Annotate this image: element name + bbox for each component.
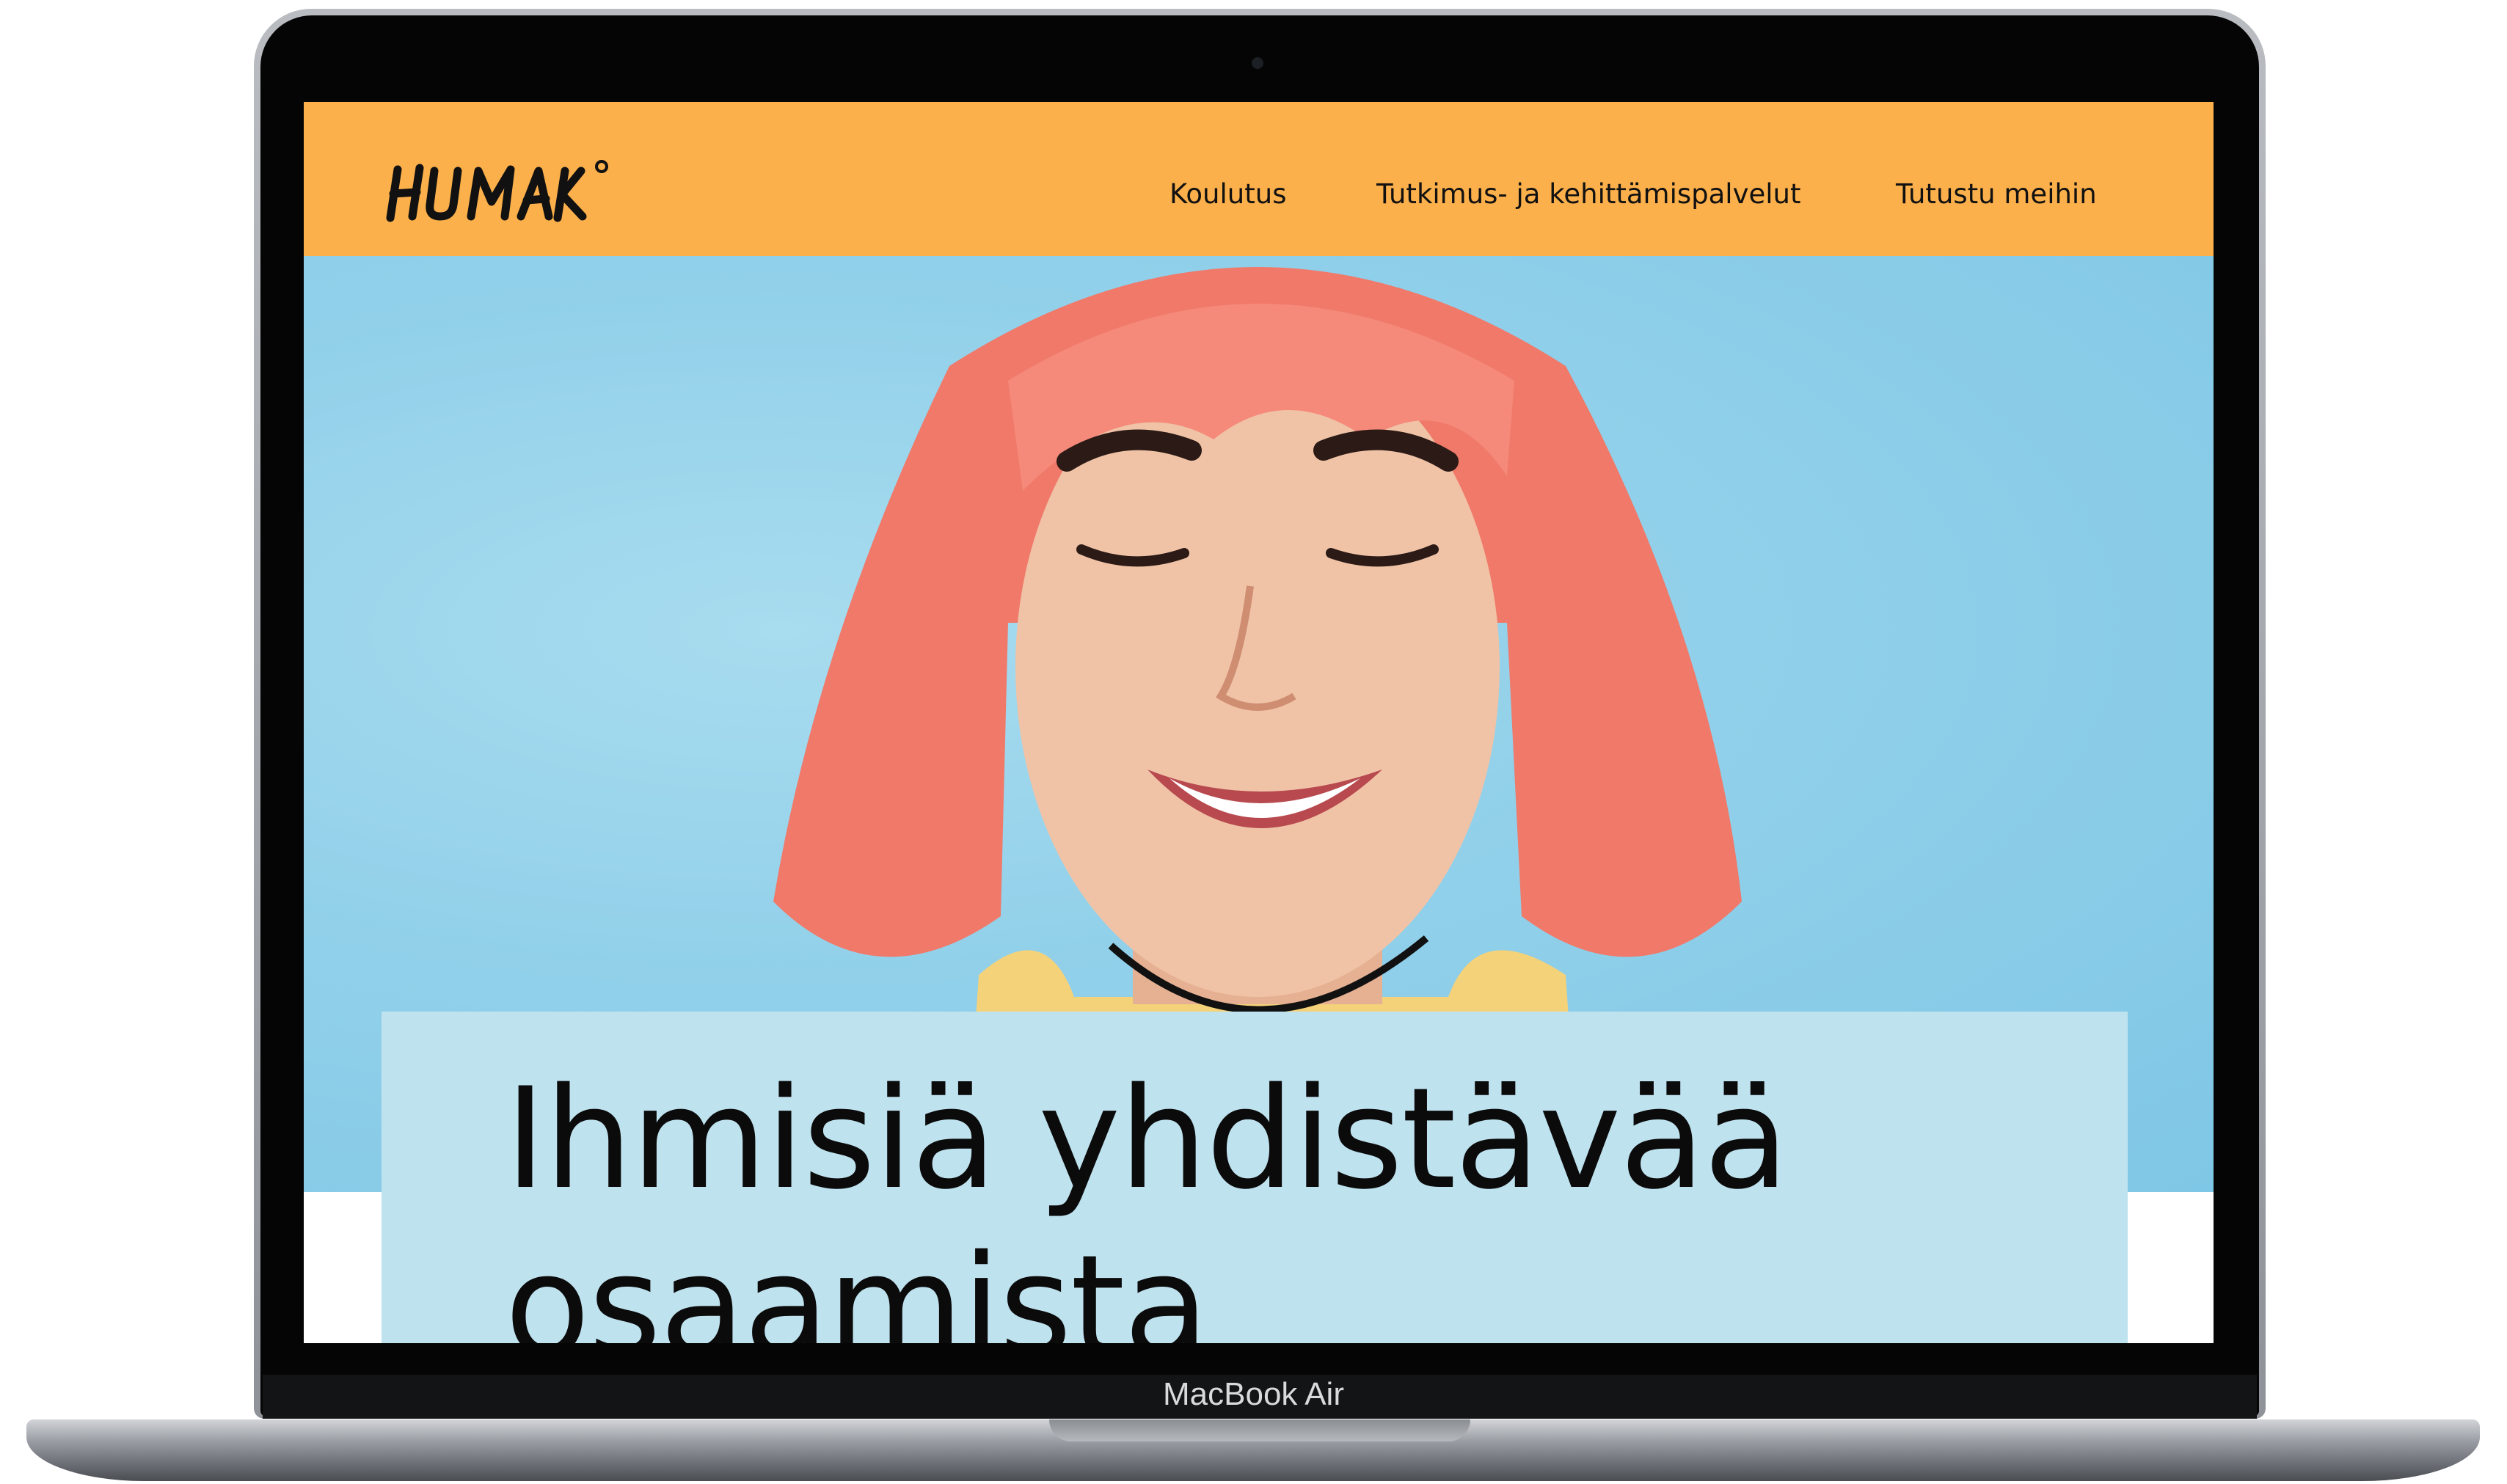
- laptop-hinge-notch: [1049, 1419, 1470, 1441]
- site-header: Koulutus Tutkimus- ja kehittämispalvelut…: [304, 102, 2214, 256]
- webcam-icon: [1252, 57, 1263, 69]
- hero-headline-card: Ihmisiä yhdistävää osaamista: [382, 1012, 2128, 1343]
- nav-tutustu-meihin[interactable]: Tutustu meihin: [1896, 178, 2097, 210]
- hero-headline: Ihmisiä yhdistävää osaamista: [505, 1058, 1789, 1343]
- browser-viewport: Koulutus Tutkimus- ja kehittämispalvelut…: [304, 102, 2214, 1343]
- device-model-label: MacBook Air: [1163, 1376, 1344, 1412]
- nav-tutkimus-ja-kehittamispalvelut[interactable]: Tutkimus- ja kehittämispalvelut: [1376, 178, 1800, 210]
- main-nav: Koulutus Tutkimus- ja kehittämispalvelut…: [304, 102, 2214, 256]
- nav-koulutus[interactable]: Koulutus: [1169, 178, 1286, 210]
